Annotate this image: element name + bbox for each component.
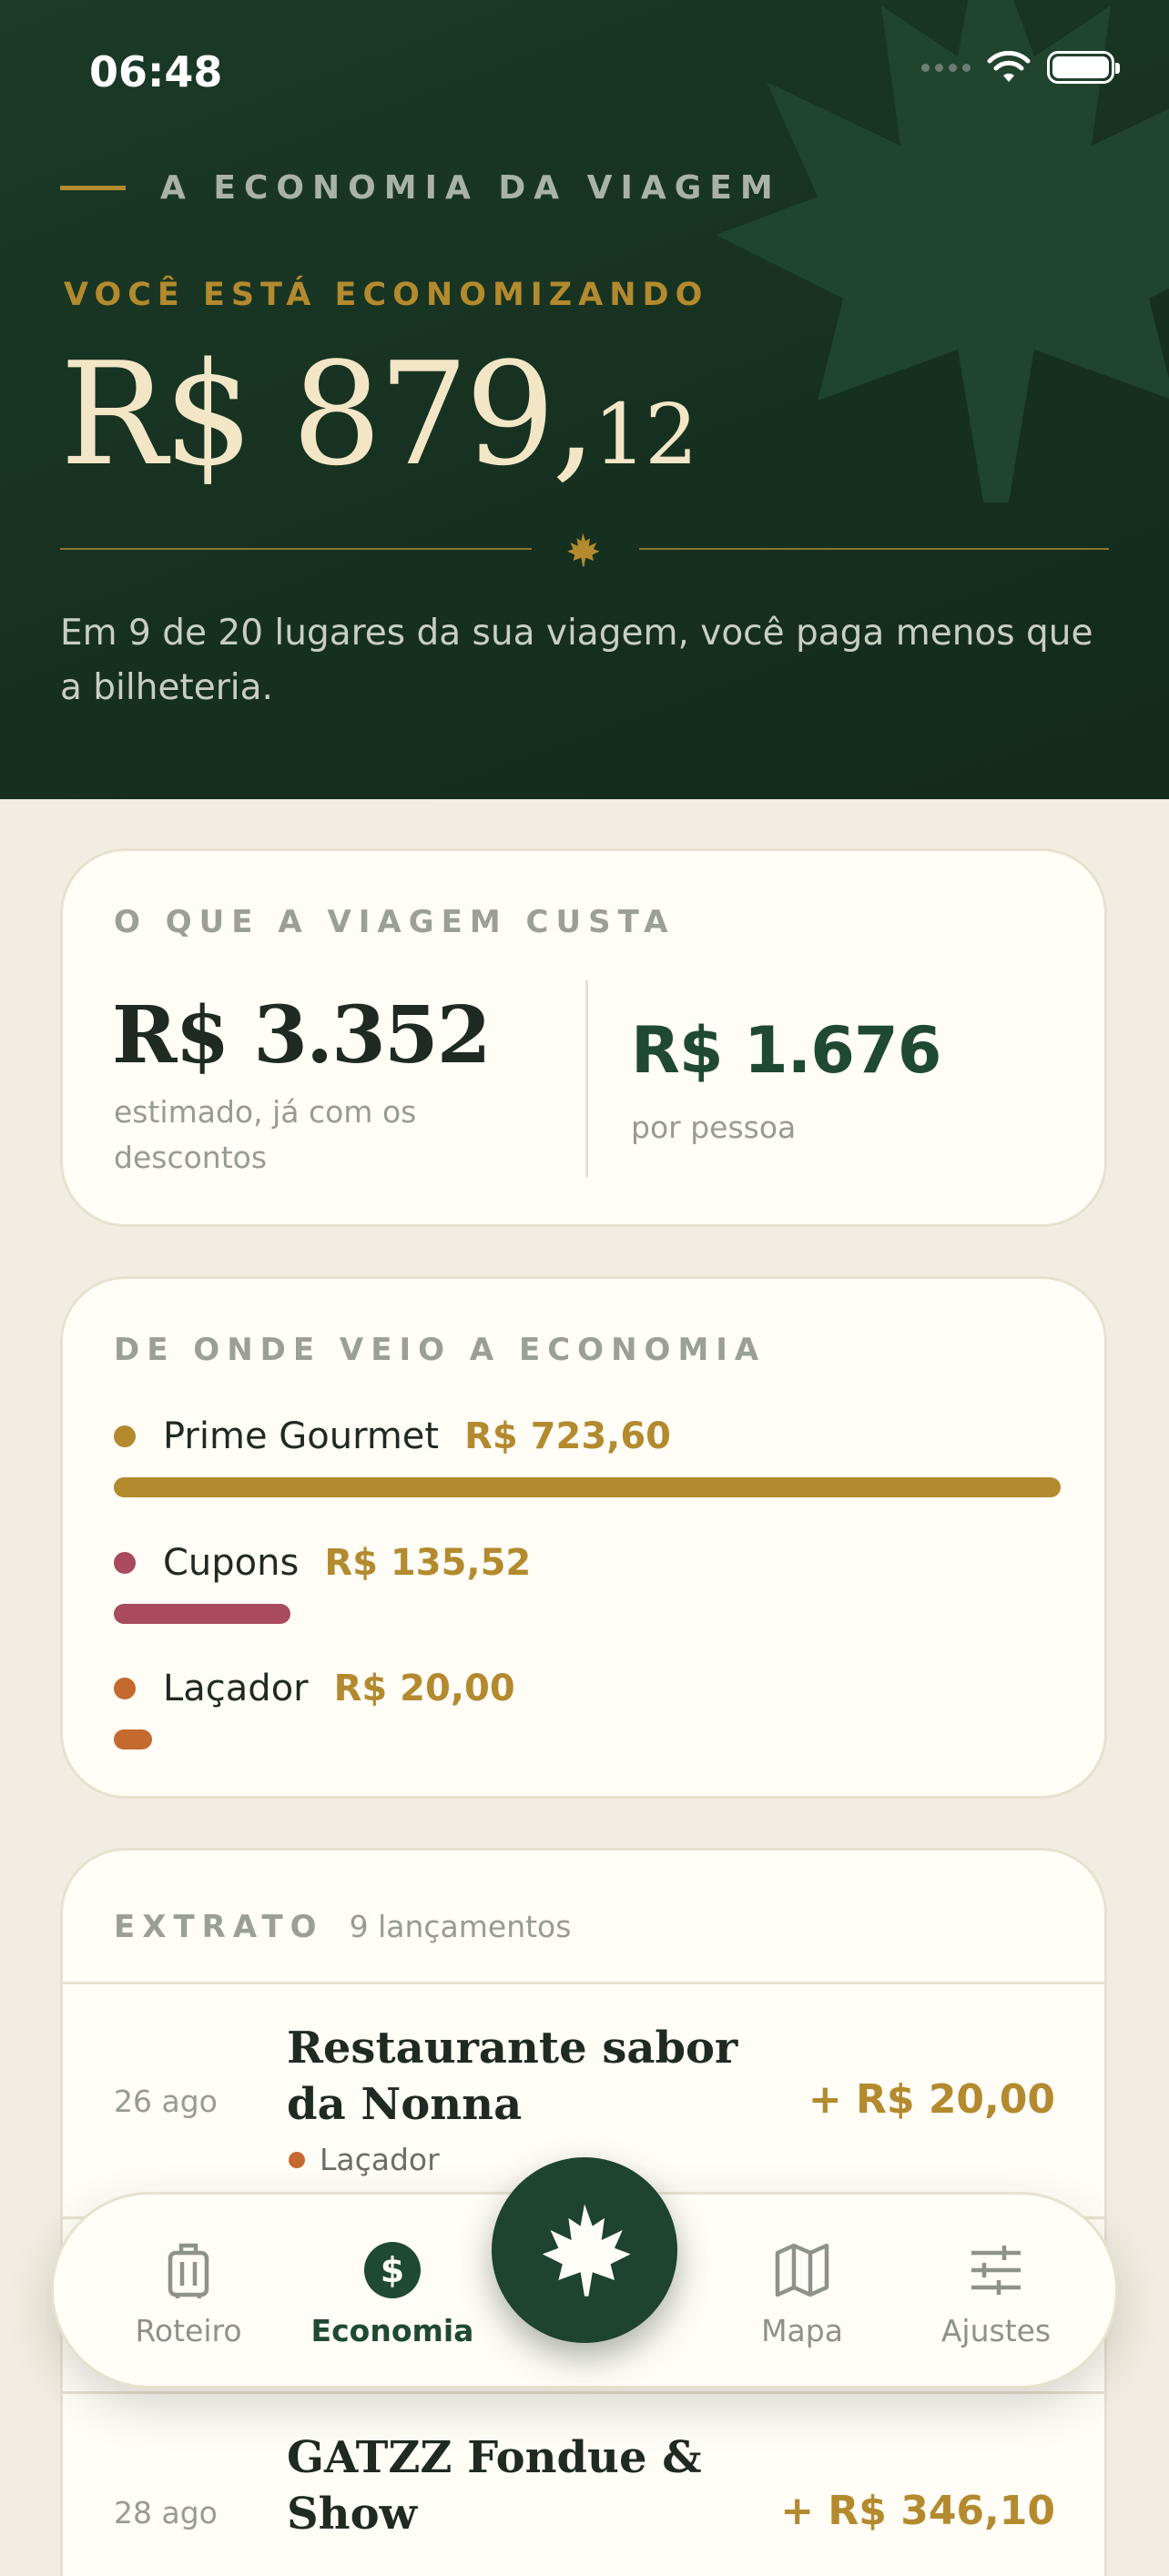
- divider-left: [60, 548, 532, 550]
- source-row[interactable]: Prime Gourmet R$ 723,60: [114, 1415, 671, 1457]
- suitcase-icon: [168, 2243, 209, 2298]
- battery-icon: [1047, 51, 1120, 84]
- card-divider: [585, 980, 588, 1177]
- savings-amount: R$ 879,12: [60, 337, 698, 512]
- trip-cost-total-note: estimado, já com os descontos: [114, 1094, 417, 1175]
- sliders-icon: [971, 2246, 1021, 2295]
- entry-title: GATZZ Fondue & Show: [287, 2432, 702, 2540]
- trip-cost-total: R$ 3.352: [112, 989, 492, 1081]
- savings-hero: 06:48 A ECONOMIA DA VIAGEM VOCÊ ESTÁ ECO…: [0, 0, 1169, 799]
- savings-amount-cents: 12: [593, 386, 698, 483]
- source-bar: [114, 1477, 1061, 1497]
- trip-cost-per-person: R$ 1.676: [631, 1013, 941, 1088]
- section-eyebrow: A ECONOMIA DA VIAGEM: [60, 169, 781, 207]
- row-divider: [63, 2391, 1104, 2394]
- statement-count: 9 lançamentos: [349, 1909, 572, 1944]
- entry-source-label: Laçador: [320, 2142, 440, 2177]
- statement-header: EXTRATO 9 lançamentos: [114, 1909, 571, 1945]
- savings-sources-card: DE ONDE VEIO A ECONOMIA Prime Gourmet R$…: [60, 1276, 1107, 1799]
- source-dot: [114, 1552, 136, 1574]
- trip-cost-per-person-note: por pessoa: [631, 1110, 797, 1145]
- tab-label: Ajustes: [940, 2313, 1052, 2348]
- source-dot: [114, 1678, 136, 1699]
- source-value: R$ 723,60: [464, 1415, 672, 1457]
- source-row[interactable]: Cupons R$ 135,52: [114, 1542, 531, 1584]
- source-row[interactable]: Laçador R$ 20,00: [114, 1668, 515, 1709]
- savings-description: Em 9 de 20 lugares da sua viagem, você p…: [60, 613, 1093, 708]
- statement-title: EXTRATO: [114, 1909, 324, 1945]
- saving-label: VOCÊ ESTÁ ECONOMIZANDO: [64, 277, 709, 313]
- wifi-icon: [987, 51, 1031, 82]
- map-icon: [775, 2243, 829, 2297]
- trip-cost-title: O QUE A VIAGEM CUSTA: [114, 904, 676, 940]
- source-name: Prime Gourmet: [163, 1415, 440, 1457]
- source-dot: [114, 1425, 136, 1447]
- divider-right: [639, 548, 1109, 550]
- source-dot: [289, 2151, 305, 2168]
- entry-date: 26 ago: [114, 2084, 218, 2119]
- source-bar: [114, 1604, 290, 1624]
- entry-amount: + R$ 346,10: [780, 2488, 1055, 2534]
- source-value: R$ 20,00: [333, 1668, 515, 1709]
- dollar-circle-icon: $: [364, 2242, 421, 2298]
- status-icons: [921, 51, 1120, 84]
- tab-label: Roteiro: [135, 2313, 242, 2348]
- entry-amount: + R$ 20,00: [808, 2076, 1055, 2123]
- tab-ajustes[interactable]: Ajustes: [910, 2240, 1083, 2348]
- status-time: 06:48: [89, 47, 223, 96]
- trip-cost-card: O QUE A VIAGEM CUSTA R$ 3.352 estimado, …: [60, 848, 1107, 1227]
- source-value: R$ 135,52: [324, 1542, 532, 1584]
- maple-leaf-icon: [542, 2204, 631, 2297]
- row-divider: [63, 1982, 1104, 1984]
- center-action-button[interactable]: [492, 2157, 677, 2343]
- tab-roteiro[interactable]: Roteiro: [102, 2240, 275, 2348]
- savings-amount-main: R$ 879,: [60, 331, 597, 497]
- source-name: Laçador: [163, 1668, 309, 1709]
- savings-sources-title: DE ONDE VEIO A ECONOMIA: [114, 1332, 767, 1368]
- cellular-signal-icon: [921, 63, 971, 72]
- section-eyebrow-label: A ECONOMIA DA VIAGEM: [160, 169, 781, 207]
- entry-source: Laçador: [289, 2142, 440, 2177]
- tab-label: Economia: [310, 2313, 474, 2348]
- source-name: Cupons: [163, 1542, 300, 1584]
- entry-title: Restaurante sabor da Nonna: [287, 2023, 738, 2130]
- svg-text:$: $: [381, 2250, 404, 2290]
- tab-economia[interactable]: $ Economia: [306, 2240, 479, 2348]
- tab-mapa[interactable]: Mapa: [716, 2240, 889, 2348]
- tab-label: Mapa: [761, 2313, 843, 2348]
- maple-leaf-divider-icon: [567, 532, 600, 567]
- source-bar: [114, 1729, 152, 1749]
- entry-date: 28 ago: [114, 2495, 218, 2530]
